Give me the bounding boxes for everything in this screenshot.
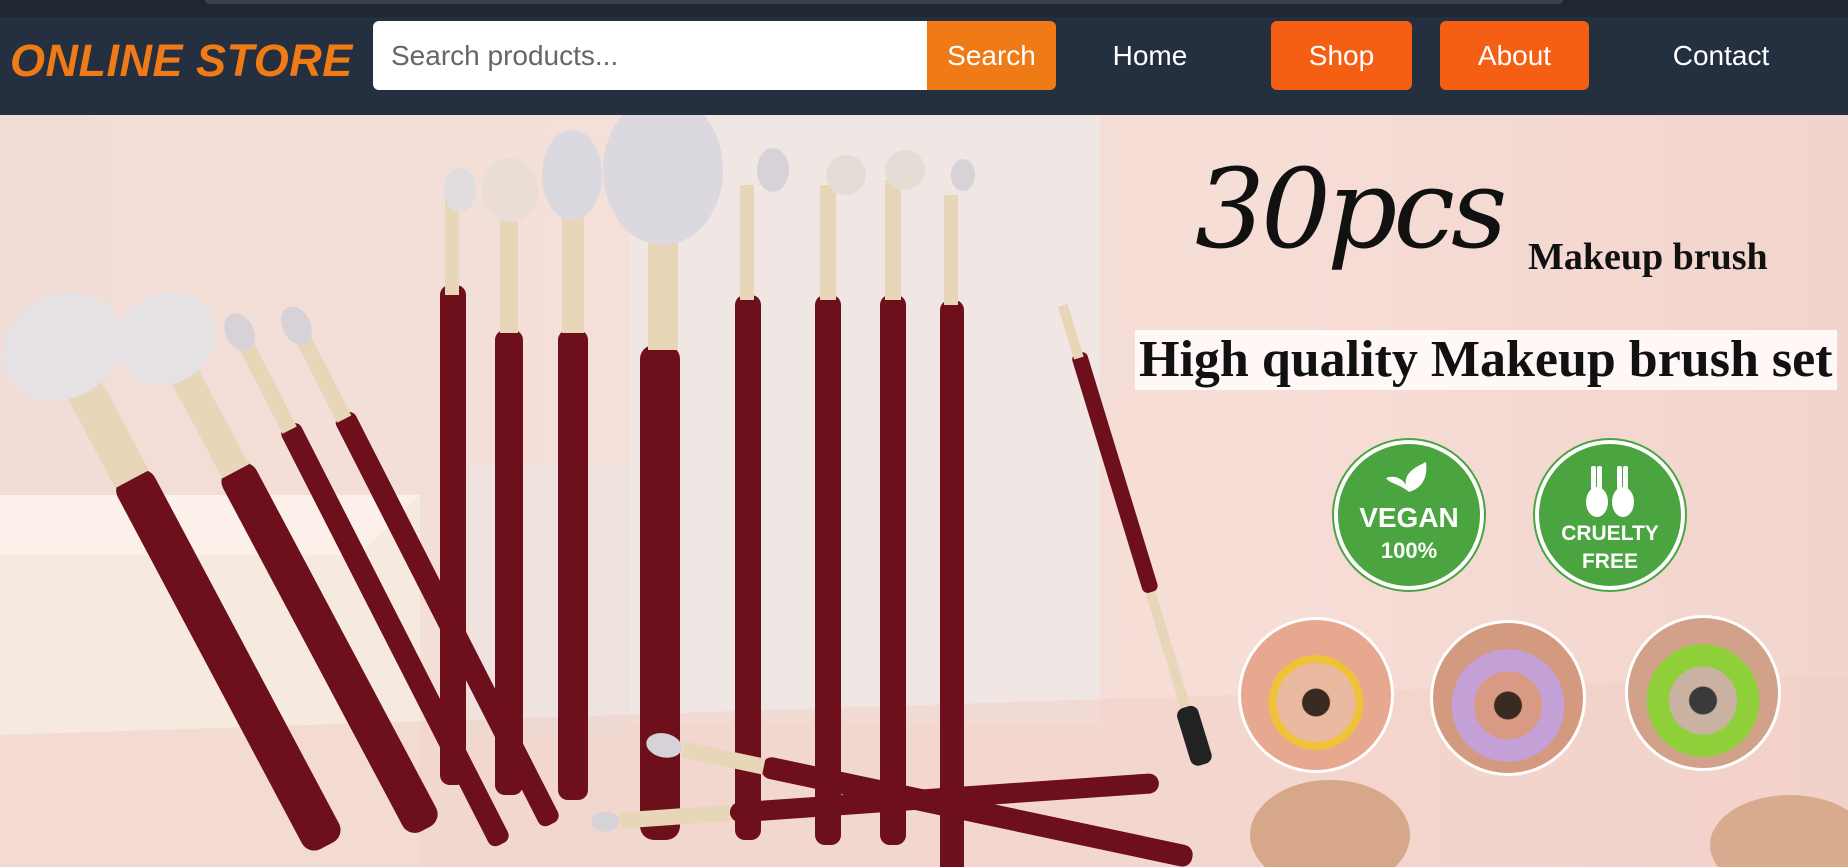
search-button[interactable]: Search	[927, 21, 1056, 90]
navbar: ONLINE STORE Search Home Shop About Cont…	[0, 17, 1848, 115]
search-input[interactable]	[373, 21, 927, 90]
vegan-badge-bottom: 100%	[1380, 538, 1438, 563]
hero-script-title: 30pcs	[1195, 145, 1507, 273]
eye-makeup-yellow	[1238, 617, 1394, 773]
search-bar: Search	[373, 21, 1056, 90]
cruelty-free-badge: CRUELTY FREE	[1535, 440, 1685, 590]
eye-makeup-purple	[1430, 620, 1586, 776]
cruelty-badge-bottom: FREE	[1581, 550, 1638, 573]
nav-contact[interactable]: Contact	[1650, 21, 1792, 90]
browser-address-bar-edge	[205, 0, 1563, 4]
vegan-badge: VEGAN 100%	[1334, 440, 1484, 590]
vegan-badge-top: VEGAN	[1359, 502, 1459, 533]
nav-shop[interactable]: Shop	[1271, 21, 1412, 90]
nav-home[interactable]: Home	[1090, 21, 1210, 90]
cruelty-badge-top: CRUELTY	[1561, 522, 1659, 545]
hero-headline: High quality Makeup brush set	[1135, 330, 1837, 390]
nav-about[interactable]: About	[1440, 21, 1589, 90]
hero-subtitle: Makeup brush	[1528, 236, 1768, 278]
browser-top-strip	[0, 0, 1848, 17]
store-logo[interactable]: ONLINE STORE	[10, 35, 353, 87]
eye-makeup-green	[1625, 615, 1781, 771]
hero-banner[interactable]: 30pcs Makeup brush High quality Makeup b…	[0, 115, 1848, 867]
